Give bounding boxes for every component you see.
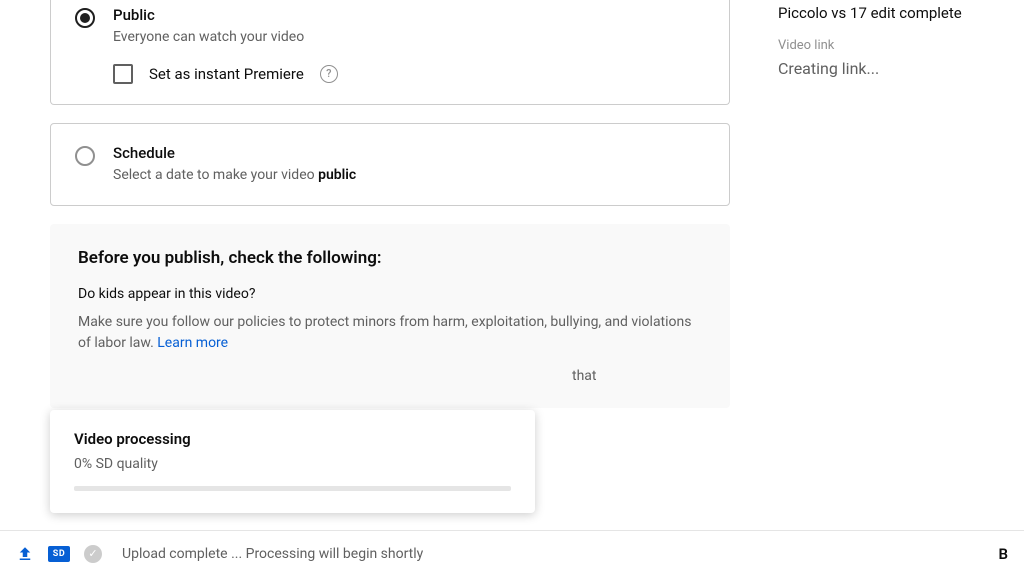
checklist-heading: Before you publish, check the following: xyxy=(78,248,702,268)
footer-bar: SD ✓ Upload complete ... Processing will… xyxy=(0,530,1024,576)
premiere-row[interactable]: Set as instant Premiere ? xyxy=(113,64,705,84)
premiere-label: Set as instant Premiere xyxy=(149,65,304,83)
processing-status: 0% SD quality xyxy=(74,456,511,472)
progress-bar xyxy=(74,486,511,491)
processing-popover: Video processing 0% SD quality xyxy=(50,410,535,513)
public-desc: Everyone can watch your video xyxy=(113,28,705,48)
kids-body: Make sure you follow our policies to pro… xyxy=(78,312,702,354)
public-label: Public xyxy=(113,6,705,24)
footer-status-text: Upload complete ... Processing will begi… xyxy=(122,546,423,562)
processing-title: Video processing xyxy=(74,430,511,448)
check-icon: ✓ xyxy=(84,545,102,563)
schedule-desc: Select a date to make your video public xyxy=(113,166,705,186)
upload-icon xyxy=(16,545,34,563)
publish-checklist-card: Before you publish, check the following:… xyxy=(50,224,730,408)
sidebar: Piccolo vs 17 edit complete Video link C… xyxy=(754,0,1024,78)
checkbox-icon[interactable] xyxy=(113,64,133,84)
learn-more-link[interactable]: Learn more xyxy=(157,335,228,351)
schedule-label: Schedule xyxy=(113,144,705,162)
help-icon[interactable]: ? xyxy=(320,65,338,83)
radio-unselected-icon[interactable] xyxy=(75,146,95,166)
video-title: Piccolo vs 17 edit complete xyxy=(778,4,1024,22)
public-radio-row[interactable]: Public Everyone can watch your video xyxy=(75,6,705,48)
link-status: Creating link... xyxy=(778,59,1024,78)
schedule-option-card[interactable]: Schedule Select a date to make your vide… xyxy=(50,123,730,207)
kids-question: Do kids appear in this video? xyxy=(78,286,702,302)
overflow-text: that xyxy=(572,368,702,384)
footer-right-text: B xyxy=(998,545,1008,563)
public-option-card: Public Everyone can watch your video Set… xyxy=(50,0,730,105)
radio-selected-icon xyxy=(75,8,95,28)
link-label: Video link xyxy=(778,38,1024,53)
main-panel: Public Everyone can watch your video Set… xyxy=(50,0,730,408)
sd-badge-icon: SD xyxy=(48,546,70,562)
